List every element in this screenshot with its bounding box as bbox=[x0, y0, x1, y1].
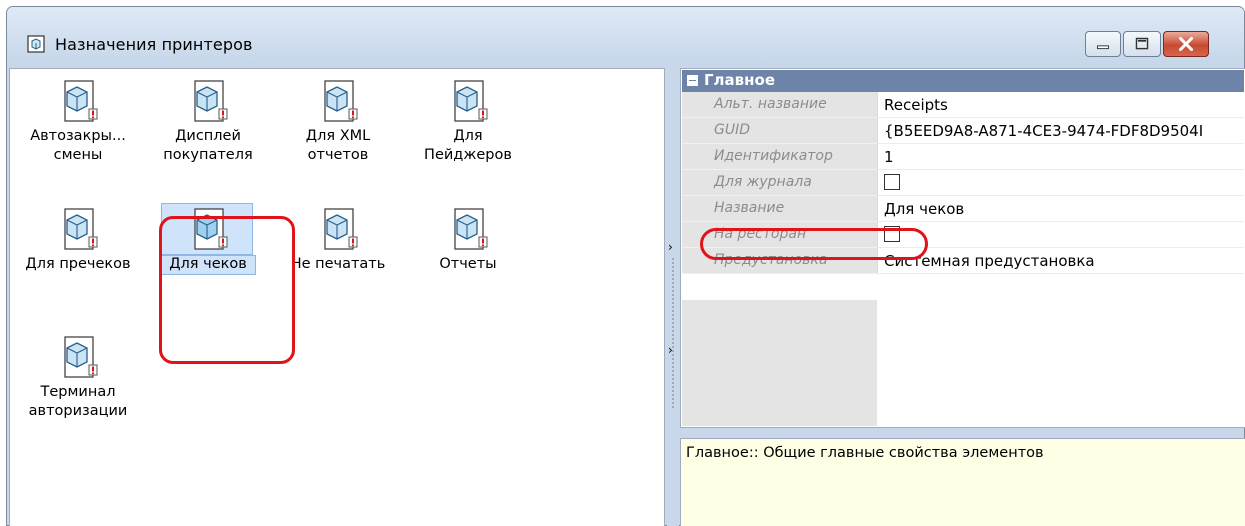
property-row[interactable]: Идентификатор 1 bbox=[682, 144, 1244, 170]
printer-tile-reports[interactable]: Отчеты bbox=[403, 203, 533, 303]
collapse-arrow-icon[interactable]: › bbox=[668, 240, 673, 254]
printer-label: Для XML bbox=[305, 128, 371, 144]
title-bar[interactable]: Назначения принтеров bbox=[7, 7, 1244, 63]
property-row[interactable]: Для журнала bbox=[682, 170, 1244, 196]
maximize-icon bbox=[1135, 37, 1149, 50]
property-name: Альт. название bbox=[682, 92, 877, 118]
printer-label: отчетов bbox=[307, 147, 369, 163]
property-value[interactable]: Системная предустановка bbox=[877, 248, 1244, 274]
red-highlight-annotation bbox=[159, 216, 295, 364]
window-title: Назначения принтеров bbox=[55, 35, 253, 54]
printer-object-icon bbox=[64, 80, 98, 122]
properties-panel: Главное Альт. название Receipts GUID {B5… bbox=[680, 68, 1245, 526]
collapse-toggle-icon[interactable] bbox=[687, 75, 698, 86]
splitter-grip[interactable] bbox=[672, 258, 674, 408]
property-value[interactable]: {B5EED9A8-A871-4CE3-9474-FDF8D9504I bbox=[877, 118, 1244, 144]
printer-object-icon bbox=[64, 208, 98, 250]
property-row[interactable]: Название Для чеков bbox=[682, 196, 1244, 222]
close-button[interactable] bbox=[1163, 31, 1209, 57]
printer-object-icon bbox=[324, 80, 358, 122]
close-icon bbox=[1178, 36, 1194, 52]
property-name: GUID bbox=[682, 118, 877, 144]
printer-object-icon bbox=[194, 80, 228, 122]
red-oval-annotation bbox=[700, 228, 928, 260]
printer-object-icon bbox=[454, 208, 488, 250]
printer-label: Для bbox=[453, 128, 483, 144]
printer-label: Автозакры... bbox=[30, 128, 126, 144]
property-value[interactable]: 1 bbox=[877, 144, 1244, 170]
property-row[interactable]: Альт. название Receipts bbox=[682, 92, 1244, 118]
maximize-button[interactable] bbox=[1123, 31, 1161, 57]
property-value[interactable]: Receipts bbox=[877, 92, 1244, 118]
printer-tile-pagers[interactable]: Для Пейджеров bbox=[403, 75, 533, 175]
property-name: Для журнала bbox=[682, 170, 877, 196]
property-name: Название bbox=[682, 196, 877, 222]
printer-tile-auth-terminal[interactable]: Терминал авторизации bbox=[13, 331, 143, 431]
property-row[interactable]: GUID {B5EED9A8-A871-4CE3-9474-FDF8D9504I bbox=[682, 118, 1244, 144]
description-text: Главное:: Общие главные свойства элемент… bbox=[686, 445, 1044, 461]
journal-checkbox[interactable] bbox=[884, 174, 900, 190]
category-header[interactable]: Главное bbox=[682, 70, 1244, 92]
printer-label: Терминал bbox=[40, 384, 116, 400]
printer-label: смены bbox=[53, 147, 103, 163]
printer-tile-autoclose[interactable]: Автозакры... смены bbox=[13, 75, 143, 175]
printer-label: Дисплей bbox=[175, 128, 241, 144]
printer-label: Пейджеров bbox=[424, 147, 512, 163]
printer-label: покупателя bbox=[163, 147, 253, 163]
printer-assign-icon bbox=[27, 35, 45, 53]
category-label: Главное bbox=[704, 71, 776, 89]
grid-empty-area bbox=[682, 300, 877, 426]
description-panel: Главное:: Общие главные свойства элемент… bbox=[680, 438, 1245, 526]
printer-object-icon bbox=[64, 336, 98, 378]
printer-label: авторизации bbox=[28, 403, 128, 419]
printer-label: Отчеты bbox=[439, 256, 497, 272]
printer-tile-customer-display[interactable]: Дисплей покупателя bbox=[143, 75, 273, 175]
minimize-button[interactable] bbox=[1085, 31, 1121, 57]
printer-object-icon bbox=[324, 208, 358, 250]
property-value[interactable] bbox=[877, 222, 1244, 248]
window-content: Автозакры... смены Дисплей покупателя Дл… bbox=[7, 63, 1245, 526]
pane-splitter[interactable]: › › bbox=[667, 68, 679, 526]
property-value[interactable]: Для чеков bbox=[877, 196, 1244, 222]
collapse-arrow-icon[interactable]: › bbox=[668, 343, 673, 357]
property-name: Идентификатор bbox=[682, 144, 877, 170]
printer-tile-xml-reports[interactable]: Для XML отчетов bbox=[273, 75, 403, 175]
printer-assignments-window: Назначения принтеров Автозакры... смены … bbox=[6, 6, 1245, 526]
printer-object-icon bbox=[454, 80, 488, 122]
minimize-icon bbox=[1097, 45, 1109, 50]
printer-tile-prechecks[interactable]: Для пречеков bbox=[13, 203, 143, 303]
printer-list[interactable]: Автозакры... смены Дисплей покупателя Дл… bbox=[9, 68, 665, 526]
printer-label: Для пречеков bbox=[25, 256, 131, 272]
property-value[interactable] bbox=[877, 170, 1244, 196]
